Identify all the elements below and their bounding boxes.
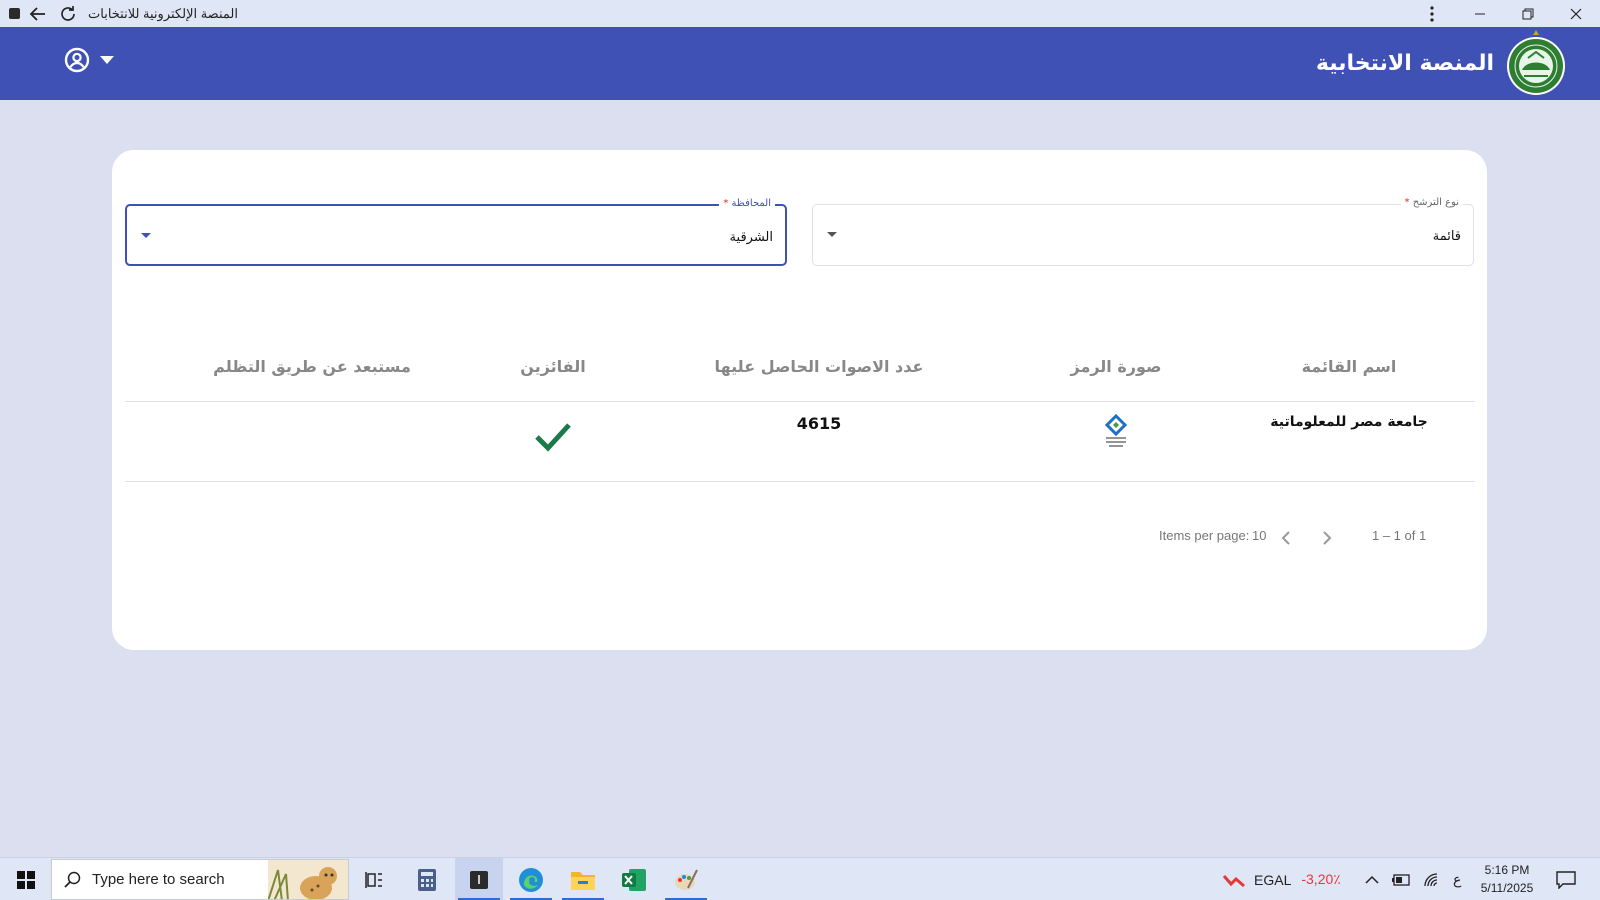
battery-icon[interactable] [1391, 873, 1411, 887]
taskbar: Type here to search EGAL -3,20٪ ع 5:16 P… [0, 857, 1600, 900]
dropdown-arrow-icon[interactable] [100, 56, 114, 64]
brand: المنصة الانتخابية [1316, 30, 1566, 96]
calculator-app[interactable] [403, 858, 451, 900]
app-header: المنصة الانتخابية [0, 27, 1600, 100]
search-placeholder: Type here to search [92, 871, 225, 888]
paginator: Items per page: 10 1 – 1 of 1 [112, 526, 1487, 550]
calculator-icon [418, 868, 436, 891]
winner-check-icon [534, 422, 572, 456]
task-view-button[interactable] [351, 858, 399, 900]
windows-logo-icon [17, 870, 35, 889]
chevron-right-icon [1323, 531, 1332, 545]
app-window-icon [470, 870, 488, 889]
column-header-winners: الفائزين [520, 357, 586, 376]
user-menu[interactable] [64, 47, 114, 73]
window-title-bar: المنصة الإلكترونية للانتخابات [0, 0, 1600, 27]
excel-app[interactable] [610, 858, 658, 900]
stock-change: -3,20٪ [1301, 871, 1341, 887]
edge-browser-app[interactable] [507, 858, 555, 900]
page-range-label: 1 – 1 of 1 [1372, 528, 1427, 543]
list-symbol-icon [1101, 413, 1131, 450]
governorate-select[interactable]: المحافظة * الشرقية [125, 198, 787, 266]
search-icon [64, 871, 81, 888]
restore-icon [1522, 8, 1534, 19]
task-view-icon [365, 871, 382, 888]
taskbar-search-box[interactable]: Type here to search [51, 859, 349, 900]
more-options-button[interactable] [1408, 0, 1456, 27]
back-button[interactable] [26, 2, 50, 26]
app-icon [9, 8, 20, 19]
paint-icon [675, 869, 698, 890]
account-circle-icon[interactable] [64, 47, 90, 73]
brand-title: المنصة الانتخابية [1315, 50, 1494, 76]
candidacy-type-select[interactable]: نوع الترشح * قائمة [812, 197, 1474, 266]
column-header-list-name: اسم القائمة [1301, 357, 1397, 376]
start-button[interactable] [5, 858, 47, 900]
notification-icon [1556, 870, 1576, 889]
results-card: نوع الترشح * قائمة المحافظة * الشرقية اس… [112, 150, 1487, 650]
platform-logo [1506, 30, 1566, 96]
keyboard-language[interactable]: ع [1453, 871, 1461, 888]
close-button[interactable] [1552, 0, 1600, 27]
items-per-page-select[interactable]: 10 [1252, 528, 1266, 543]
governorate-value: الشرقية [729, 230, 773, 245]
stock-ticker: EGAL [1254, 871, 1292, 888]
clock-date: 5/11/2025 [1480, 881, 1534, 895]
candidacy-type-value: قائمة [1432, 229, 1461, 244]
chevron-up-icon[interactable] [1365, 875, 1379, 885]
table-row: جامعة مصر للمعلوماتية 4615 [125, 402, 1475, 482]
election-app-taskbar-button[interactable] [455, 858, 503, 900]
cell-list-name: جامعة مصر للمعلوماتية [1270, 414, 1428, 430]
taskbar-clock[interactable]: 5:16 PM 5/11/2025 [1472, 861, 1542, 897]
restore-button[interactable] [1504, 0, 1552, 27]
folder-icon [571, 871, 595, 890]
select-arrow-icon[interactable] [141, 233, 151, 238]
column-header-excluded: مستبعد عن طريق التظلم [213, 357, 411, 376]
search-highlight-image [267, 860, 348, 899]
minimize-icon [1475, 13, 1485, 14]
minimize-button[interactable] [1456, 0, 1504, 27]
chevron-left-icon [1281, 531, 1290, 545]
stock-trend-icon [1222, 874, 1245, 887]
table-header: اسم القائمة صورة الرمز عدد الاصوات الحاص… [125, 340, 1475, 402]
candidacy-type-label: نوع الترشح * [1400, 197, 1463, 208]
stock-widget[interactable]: EGAL -3,20٪ [1222, 858, 1341, 900]
governorate-label: المحافظة * [719, 198, 775, 209]
column-header-symbol: صورة الرمز [1070, 357, 1162, 376]
cell-votes: 4615 [796, 414, 842, 433]
next-page-button[interactable] [1315, 526, 1339, 550]
items-per-page-label: Items per page: [1159, 528, 1250, 543]
excel-icon [622, 868, 646, 891]
system-tray: ع [1365, 858, 1461, 900]
edge-icon [519, 867, 543, 892]
notifications-button[interactable] [1546, 858, 1586, 900]
select-arrow-icon[interactable] [827, 232, 837, 237]
previous-page-button[interactable] [1274, 526, 1298, 550]
reload-button[interactable] [56, 2, 80, 26]
window-title: المنصة الإلكترونية للانتخابات [88, 5, 238, 21]
wifi-icon[interactable] [1423, 872, 1441, 888]
close-icon [1570, 8, 1582, 19]
more-vert-icon [1430, 5, 1434, 22]
back-arrow-icon [29, 6, 45, 21]
file-explorer-app[interactable] [559, 858, 607, 900]
clock-time: 5:16 PM [1484, 863, 1530, 877]
paint-app[interactable] [662, 858, 710, 900]
column-header-votes: عدد الاصوات الحاصل عليها [714, 357, 924, 376]
reload-icon [61, 5, 75, 21]
